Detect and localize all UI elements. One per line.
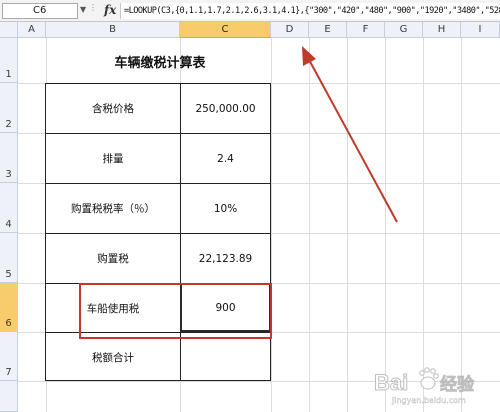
watermark-url: jingyan.baidu.com	[391, 396, 466, 405]
column-header-f[interactable]: F	[347, 22, 385, 38]
select-all-corner[interactable]	[0, 22, 18, 38]
table-title[interactable]: 车辆缴税计算表	[90, 52, 230, 71]
cell-b3-label[interactable]: 排量	[46, 134, 180, 183]
column-header-b[interactable]: B	[46, 22, 180, 38]
row-header-3[interactable]: 3	[0, 133, 18, 183]
row-header-7[interactable]: 7	[0, 332, 18, 381]
row-header-6[interactable]: 6	[0, 283, 18, 332]
column-header-e[interactable]: E	[309, 22, 347, 38]
cell-c3-value[interactable]: 2.4	[181, 134, 270, 183]
grid-line	[309, 38, 310, 412]
column-header-d[interactable]: D	[271, 22, 309, 38]
cell-c4-value[interactable]: 10%	[181, 184, 270, 233]
column-header-h[interactable]: H	[423, 22, 461, 38]
cell-b4-label[interactable]: 购置税税率（％）	[46, 184, 180, 233]
cell-c5-value[interactable]: 22,123.89	[181, 234, 270, 283]
grid-line	[423, 38, 424, 412]
cell-b5-label[interactable]: 购置税	[46, 234, 180, 283]
name-box[interactable]: C6	[2, 3, 78, 19]
row-header-8[interactable]	[0, 381, 18, 412]
formula-bar-grip-icon: ⋮	[89, 3, 98, 12]
column-header-c[interactable]: C	[180, 22, 271, 38]
cell-c7-value[interactable]	[181, 333, 270, 381]
arrow-shaft	[306, 55, 398, 223]
column-header-a[interactable]: A	[18, 22, 46, 38]
row-header-4[interactable]: 4	[0, 183, 18, 233]
grid-line	[461, 38, 462, 412]
grid-line	[347, 38, 348, 412]
grid-line	[385, 38, 386, 412]
highlight-box	[79, 283, 272, 339]
insert-function-icon[interactable]: fx	[104, 3, 116, 17]
paw-icon	[419, 367, 439, 390]
formula-input[interactable]: =LOOKUP(C3,{0,1.1,1.7,2.1,2.6,3.1,4.1},{…	[120, 3, 500, 19]
watermark-brand: Bai	[374, 370, 408, 395]
name-box-dropdown-icon[interactable]: ▼	[80, 5, 86, 14]
column-header-g[interactable]: G	[385, 22, 423, 38]
cell-b2-label[interactable]: 含税价格	[46, 84, 180, 133]
baidu-jingyan-watermark: Bai 经验 jingyan.baidu.com	[374, 367, 475, 405]
column-header-i[interactable]: I	[461, 22, 500, 38]
row-header-1[interactable]: 1	[0, 38, 18, 83]
grid-line	[271, 38, 272, 412]
cell-b7-label[interactable]: 税额合计	[46, 333, 180, 381]
row-header-5[interactable]: 5	[0, 233, 18, 283]
row-header-2[interactable]: 2	[0, 83, 18, 133]
watermark-brand2: 经验	[440, 374, 475, 395]
cell-c2-value[interactable]: 250,000.00	[181, 84, 270, 133]
